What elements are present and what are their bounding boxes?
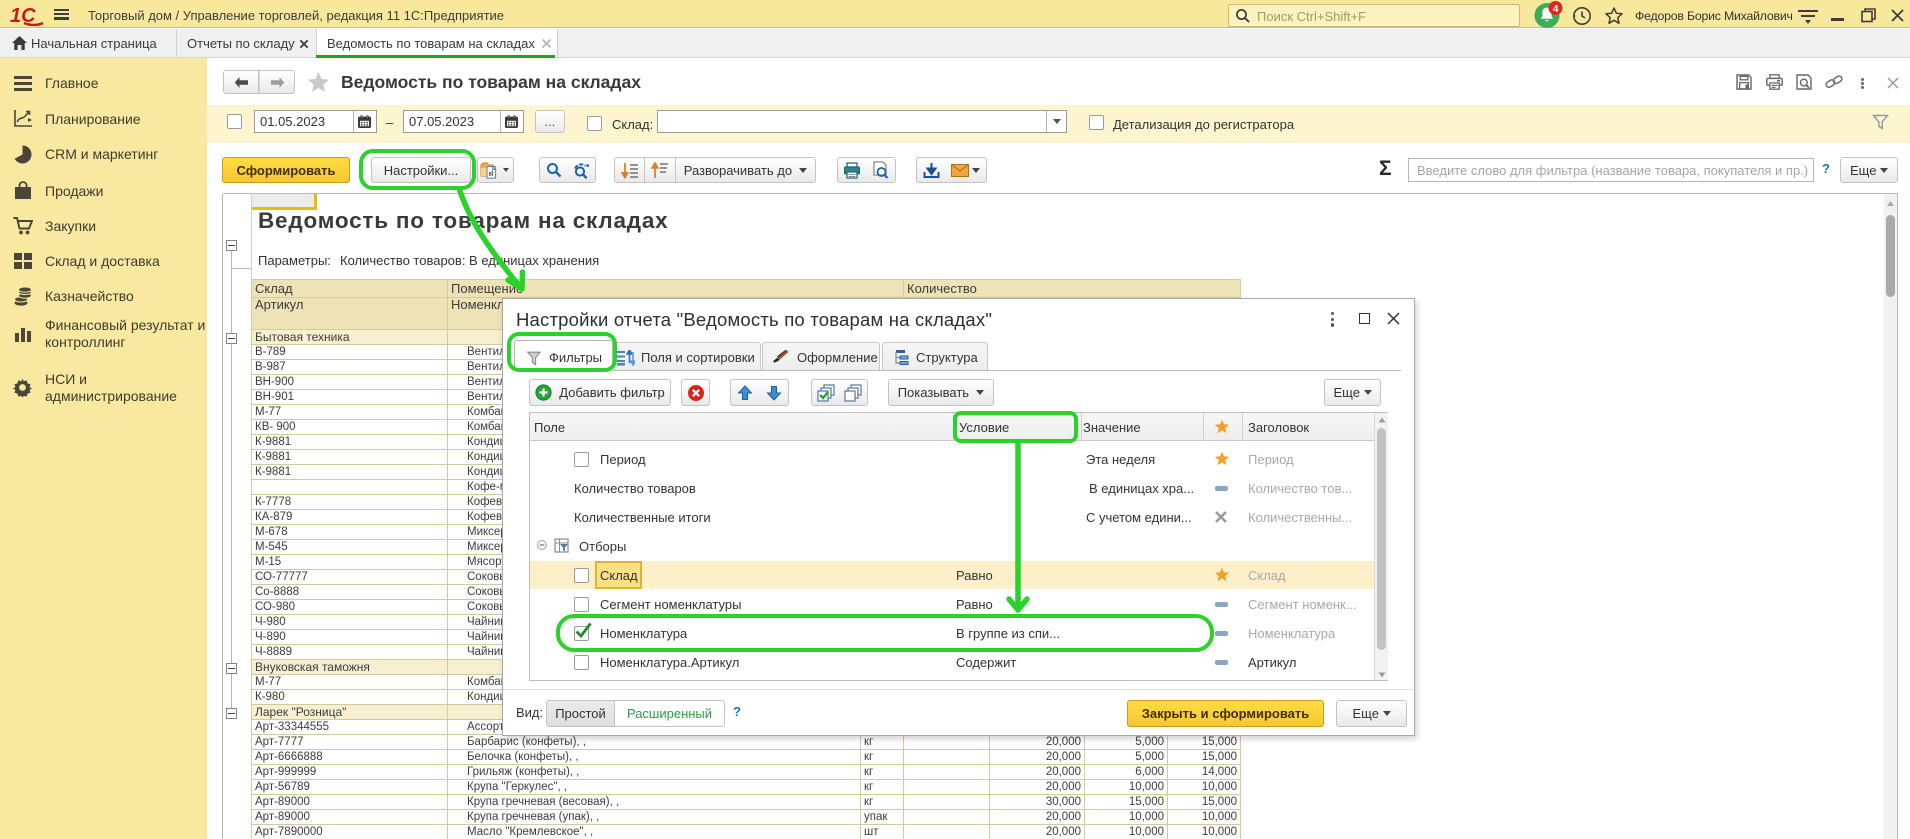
svg-text:1С: 1С: [10, 5, 36, 26]
svg-text:4: 4: [1553, 3, 1559, 15]
